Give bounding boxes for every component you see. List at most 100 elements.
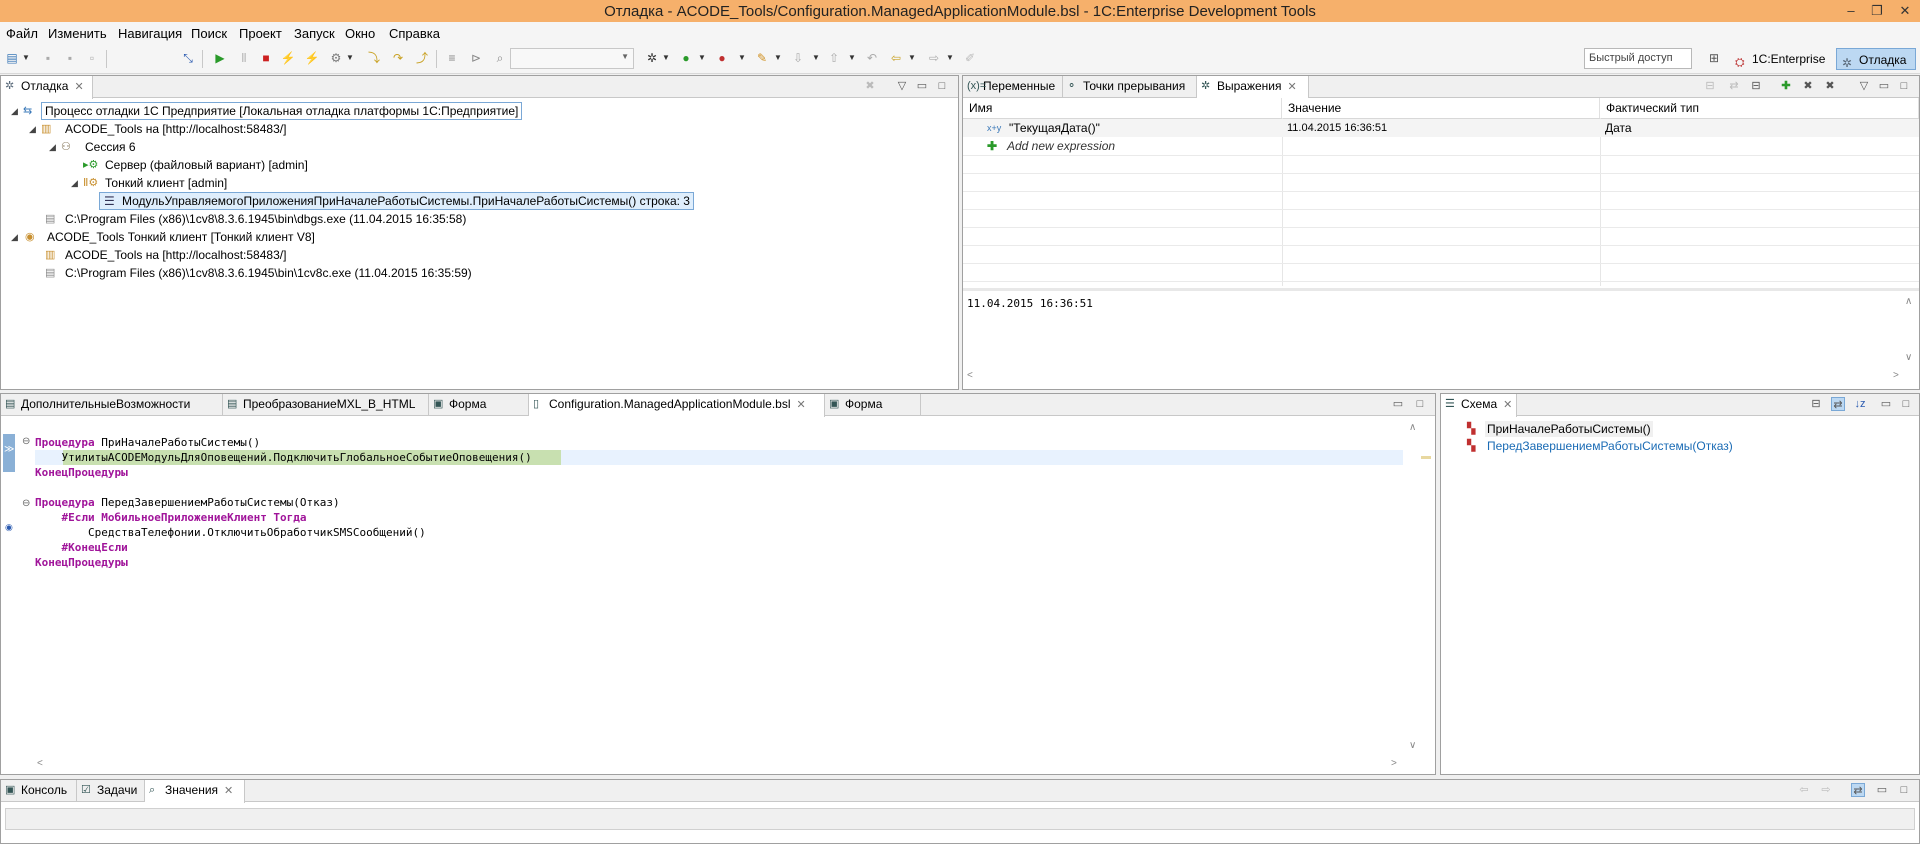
- scroll-left-icon[interactable]: <: [37, 758, 43, 769]
- tab-outline[interactable]: ☰ Схема ✕: [1441, 394, 1517, 417]
- collapse-arrow-icon[interactable]: ◢: [71, 175, 78, 191]
- forward-dropdown-icon[interactable]: ▼: [946, 50, 954, 66]
- terminate-icon[interactable]: ■: [258, 50, 274, 66]
- debug-run-icon[interactable]: ✲: [644, 50, 660, 66]
- scroll-right-icon[interactable]: >: [1893, 370, 1899, 381]
- open-perspective-icon[interactable]: ⊞: [1706, 50, 1722, 66]
- add-expression-row[interactable]: ✚ Add new expression: [963, 137, 1282, 155]
- close-icon[interactable]: ✕: [1288, 81, 1297, 93]
- code-line-1[interactable]: Процедура ПриНачалеРаботыСистемы(): [35, 435, 260, 450]
- breakpoint-icon[interactable]: ◉: [5, 522, 13, 533]
- collapse-arrow-icon[interactable]: ◢: [11, 229, 18, 245]
- attach-icon[interactable]: ⚡: [304, 50, 320, 66]
- tab-breakpoints[interactable]: ⚬ Точки прерывания: [1063, 76, 1197, 98]
- last-edit-icon[interactable]: ↶: [864, 50, 880, 66]
- debug-run-dropdown-icon[interactable]: ▼: [662, 50, 670, 66]
- tab-debug[interactable]: ✲ Отладка ✕: [1, 76, 93, 99]
- table-row[interactable]: x+y "ТекущаяДата()" 11.04.2015 16:36:51 …: [963, 119, 1919, 137]
- close-icon[interactable]: ✕: [224, 785, 233, 797]
- run-dropdown-icon[interactable]: ▼: [698, 50, 706, 66]
- close-window-button[interactable]: ✕: [1890, 1, 1920, 21]
- tab-editor-2[interactable]: ▤ ПреобразованиеMXL_В_HTML: [223, 394, 429, 416]
- build-icon[interactable]: ✎: [754, 50, 770, 66]
- fold-icon[interactable]: ⊖: [22, 498, 30, 509]
- remove-terminated-icon[interactable]: ✖: [863, 79, 877, 93]
- pin-icon[interactable]: ✐: [962, 50, 978, 66]
- build-dropdown-icon[interactable]: ▼: [774, 50, 782, 66]
- drop-frame-icon[interactable]: ≡: [444, 50, 460, 66]
- column-header-name[interactable]: Имя: [963, 98, 1282, 118]
- close-icon[interactable]: ✕: [797, 399, 806, 411]
- resume-icon[interactable]: ▶: [212, 50, 228, 66]
- back-icon[interactable]: ⇦: [888, 50, 904, 66]
- maximize-view-icon[interactable]: □: [1899, 397, 1913, 411]
- run-icon[interactable]: ●: [678, 50, 694, 66]
- collapse-icon[interactable]: ⊟: [1749, 79, 1763, 93]
- splitter[interactable]: [963, 288, 1919, 291]
- maximize-view-icon[interactable]: □: [1897, 783, 1911, 797]
- code-line-3[interactable]: КонецПроцедуры: [35, 465, 128, 480]
- scroll-right-icon[interactable]: >: [1391, 758, 1397, 769]
- external-tools-icon[interactable]: ●: [714, 50, 730, 66]
- collapse-arrow-icon[interactable]: ◢: [49, 139, 56, 155]
- new-dropdown-icon[interactable]: ▼: [22, 50, 30, 66]
- link-with-editor-icon[interactable]: ⇄: [1831, 397, 1845, 411]
- annotation-prev-dropdown-icon[interactable]: ▼: [848, 50, 856, 66]
- minimize-view-icon[interactable]: ▭: [915, 79, 929, 93]
- scroll-down-icon[interactable]: ∨: [1409, 740, 1416, 751]
- tab-tasks[interactable]: ☑ Задачи: [77, 780, 145, 802]
- scroll-up-icon[interactable]: ∧: [1409, 422, 1416, 433]
- collapse-arrow-icon[interactable]: ◢: [11, 103, 18, 119]
- maximize-view-icon[interactable]: □: [1897, 79, 1911, 93]
- menu-run[interactable]: Запуск: [294, 26, 335, 41]
- perspective-debug[interactable]: ✲ Отладка: [1836, 48, 1916, 70]
- tab-variables[interactable]: (x)= Переменные: [963, 76, 1063, 98]
- menu-search[interactable]: Поиск: [191, 26, 227, 41]
- menu-project[interactable]: Проект: [239, 26, 282, 41]
- menu-help[interactable]: Справка: [389, 26, 440, 41]
- quick-access-input[interactable]: Быстрый доступ: [1584, 48, 1692, 69]
- show-type-names-icon[interactable]: ⇄: [1727, 79, 1741, 93]
- step-return-icon[interactable]: ⤴: [414, 50, 430, 66]
- use-step-filters-icon[interactable]: ⊳: [468, 50, 484, 66]
- menu-navigate[interactable]: Навигация: [118, 26, 182, 41]
- view-menu-icon[interactable]: ▽: [895, 79, 909, 93]
- add-expression-icon[interactable]: ✚: [1779, 79, 1793, 93]
- annotation-next-icon[interactable]: ⇩: [790, 50, 806, 66]
- new-icon[interactable]: ▤: [4, 50, 20, 66]
- close-icon[interactable]: ✕: [74, 81, 83, 93]
- external-tools-dropdown-icon[interactable]: ▼: [738, 50, 746, 66]
- annotation-prev-icon[interactable]: ⇧: [826, 50, 842, 66]
- minimize-view-icon[interactable]: ▭: [1391, 397, 1405, 411]
- tab-values[interactable]: ⌕ Значения ✕: [145, 780, 245, 803]
- maximize-view-icon[interactable]: □: [935, 79, 949, 93]
- search-icon[interactable]: ⌕: [492, 50, 508, 66]
- scroll-up-icon[interactable]: ∧: [1905, 296, 1912, 307]
- save-all-icon[interactable]: ▪: [62, 50, 78, 66]
- step-over-icon[interactable]: ↷: [390, 50, 406, 66]
- disconnect-icon[interactable]: ⚡: [280, 50, 296, 66]
- back-icon[interactable]: ⇦: [1797, 783, 1811, 797]
- code-line-5[interactable]: Процедура ПередЗавершениемРаботыСистемы(…: [35, 495, 340, 510]
- save-icon[interactable]: ▪: [40, 50, 56, 66]
- debug-settings-dropdown-icon[interactable]: ▼: [346, 50, 354, 66]
- suspend-icon[interactable]: Ⅱ: [236, 50, 252, 66]
- debug-settings-icon[interactable]: ⚙: [328, 50, 344, 66]
- menu-edit[interactable]: Изменить: [48, 26, 107, 41]
- overview-marker[interactable]: [1421, 456, 1431, 459]
- link-icon[interactable]: ⇄: [1851, 783, 1865, 797]
- scroll-left-icon[interactable]: <: [967, 370, 973, 381]
- remove-all-expressions-icon[interactable]: ✖: [1823, 79, 1837, 93]
- tab-expressions[interactable]: ✲ Выражения ✕: [1197, 76, 1309, 99]
- code-line-2[interactable]: УтилитыACODEМодульДляОповещений.Подключи…: [35, 450, 532, 465]
- restore-button[interactable]: ❐: [1862, 1, 1892, 21]
- fold-icon[interactable]: ⊖: [22, 436, 30, 447]
- column-header-type[interactable]: Фактический тип: [1600, 98, 1919, 118]
- tab-editor-3[interactable]: ▣ Форма: [429, 394, 529, 416]
- values-content[interactable]: [5, 808, 1915, 830]
- back-dropdown-icon[interactable]: ▼: [908, 50, 916, 66]
- collapse-all-icon[interactable]: ⊟: [1809, 397, 1823, 411]
- code-line-7[interactable]: СредстваТелефонии.ОтключитьОбработчикSMS…: [35, 525, 426, 540]
- minimize-view-icon[interactable]: ▭: [1879, 397, 1893, 411]
- column-header-value[interactable]: Значение: [1282, 98, 1600, 118]
